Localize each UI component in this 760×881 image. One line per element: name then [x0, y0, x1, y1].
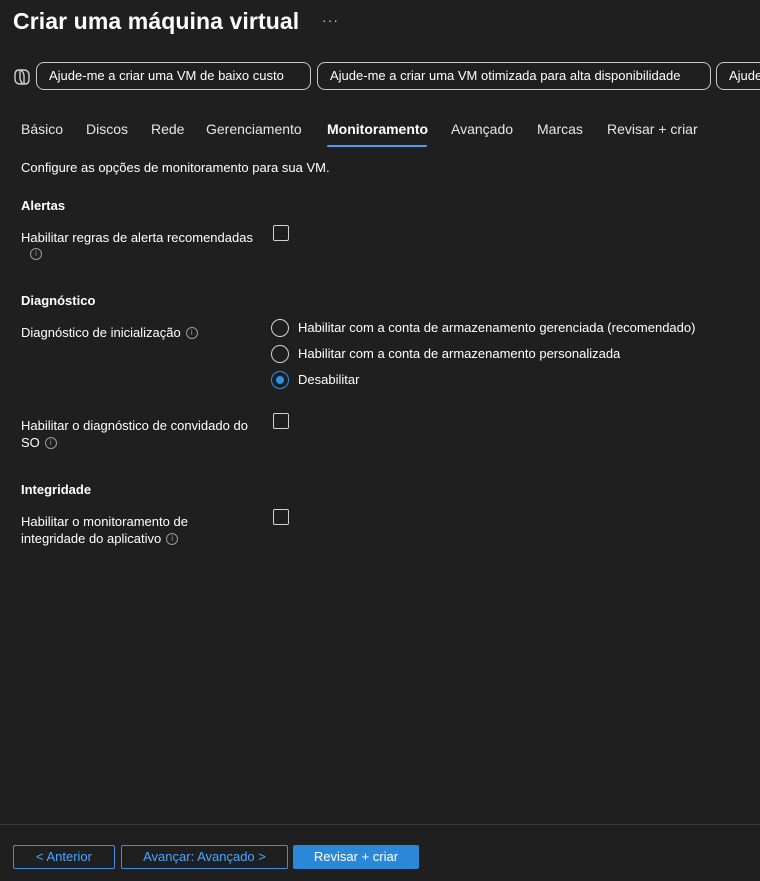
- intro-text: Configure as opções de monitoramento par…: [21, 160, 330, 175]
- boot-diagnostics-text: Diagnóstico de inicialização: [21, 325, 181, 340]
- tab-marcas[interactable]: Marcas: [537, 121, 583, 137]
- diagnostics-heading: Diagnóstico: [21, 293, 96, 308]
- footer-divider: [0, 824, 760, 825]
- app-health-text-line1: Habilitar o monitoramento de: [21, 514, 188, 529]
- copilot-chip-more[interactable]: Ajude: [716, 62, 760, 90]
- tab-gerenciamento[interactable]: Gerenciamento: [206, 121, 302, 137]
- tab-basico[interactable]: Básico: [21, 121, 63, 137]
- health-heading: Integridade: [21, 482, 92, 497]
- previous-button[interactable]: < Anterior: [13, 845, 115, 869]
- review-create-button[interactable]: Revisar + criar: [293, 845, 419, 869]
- copilot-chip-low-cost[interactable]: Ajude-me a criar uma VM de baixo custo: [36, 62, 311, 90]
- radio-button-selected[interactable]: [271, 371, 289, 389]
- recommended-alert-rules-label: Habilitar regras de alerta recomendadas: [21, 229, 261, 246]
- more-options-button[interactable]: ···: [322, 12, 339, 28]
- info-icon[interactable]: i: [185, 326, 198, 339]
- tab-monitoramento[interactable]: Monitoramento: [327, 121, 428, 137]
- info-icon[interactable]: i: [166, 532, 179, 545]
- tab-rede[interactable]: Rede: [151, 121, 184, 137]
- tab-bar: Básico Discos Rede Gerenciamento Monitor…: [0, 118, 760, 148]
- app-health-monitoring-label: Habilitar o monitoramento de integridade…: [21, 513, 261, 547]
- radio-label: Habilitar com a conta de armazenamento g…: [298, 320, 696, 335]
- radio-label: Desabilitar: [298, 372, 360, 387]
- radio-label: Habilitar com a conta de armazenamento p…: [298, 346, 621, 361]
- info-icon[interactable]: i: [30, 248, 42, 260]
- tab-revisar-criar[interactable]: Revisar + criar: [607, 121, 698, 137]
- app-health-text-line2: integridade do aplicativo: [21, 531, 162, 546]
- tab-avancado[interactable]: Avançado: [451, 121, 513, 137]
- radio-button[interactable]: [271, 345, 289, 363]
- alerts-heading: Alertas: [21, 198, 66, 213]
- app-health-monitoring-checkbox[interactable]: [273, 509, 289, 525]
- copilot-chip-high-availability[interactable]: Ajude-me a criar uma VM otimizada para a…: [317, 62, 711, 90]
- next-button[interactable]: Avançar: Avançado >: [121, 845, 288, 869]
- tab-discos[interactable]: Discos: [86, 121, 128, 137]
- guest-os-diagnostics-text-line2: SO: [21, 435, 40, 450]
- guest-os-diagnostics-text-line1: Habilitar o diagnóstico de convidado do: [21, 418, 248, 433]
- guest-os-diagnostics-checkbox[interactable]: [273, 413, 289, 429]
- page-title: Criar uma máquina virtual: [13, 8, 300, 34]
- guest-os-diagnostics-label: Habilitar o diagnóstico de convidado do …: [21, 417, 261, 451]
- copilot-icon: [14, 69, 30, 85]
- recommended-alert-rules-checkbox[interactable]: [273, 225, 289, 241]
- active-tab-indicator: [327, 145, 427, 147]
- recommended-alert-rules-text: Habilitar regras de alerta recomendadas: [21, 230, 253, 245]
- info-icon[interactable]: i: [44, 436, 57, 449]
- radio-button[interactable]: [271, 319, 289, 337]
- boot-diagnostics-label: Diagnóstico de inicialização i: [21, 324, 261, 341]
